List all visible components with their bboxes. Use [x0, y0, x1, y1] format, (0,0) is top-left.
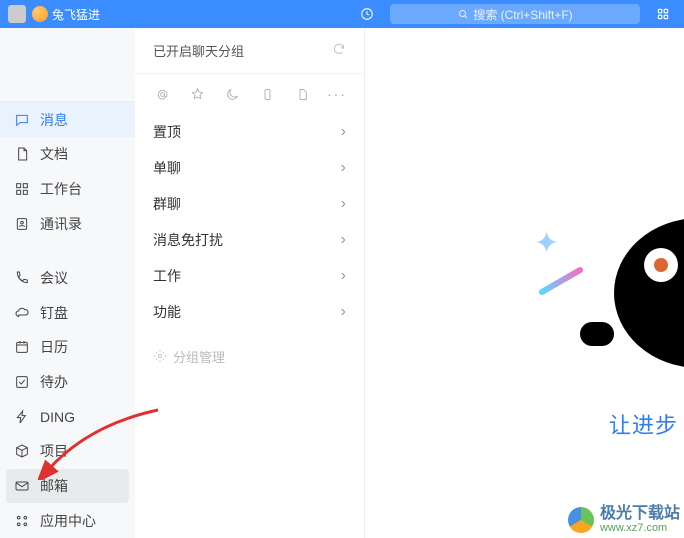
- device-icon[interactable]: [258, 85, 276, 103]
- watermark: 极光下载站 www.xz7.com: [568, 506, 680, 534]
- sidebar-item-docs[interactable]: 文档: [0, 137, 135, 172]
- group-function[interactable]: 功能 ›: [135, 294, 364, 330]
- file-icon[interactable]: [293, 85, 311, 103]
- moon-icon[interactable]: [223, 85, 241, 103]
- sidebar-item-mail[interactable]: 邮箱: [6, 469, 129, 504]
- sidebar-item-label: 待办: [40, 372, 68, 392]
- gear-icon: [153, 349, 167, 363]
- slogan-text: 让进步: [609, 408, 678, 440]
- username: 兔飞猛进: [52, 6, 100, 23]
- sidebar-item-drive[interactable]: 钉盘: [0, 295, 135, 330]
- watermark-name: 极光下载站: [600, 506, 680, 522]
- sidebar-item-label: 文档: [40, 144, 68, 164]
- sidebar: 消息 文档 工作台 通讯录 会议 钉盘 日历 待办: [0, 28, 135, 538]
- group-label: 功能: [153, 302, 181, 322]
- sidebar-item-contacts[interactable]: 通讯录: [0, 206, 135, 241]
- sidebar-item-label: DING: [40, 409, 75, 425]
- contacts-icon: [14, 216, 30, 232]
- cloud-icon: [14, 305, 30, 321]
- chat-group-title: 已开启聊天分组: [153, 41, 244, 60]
- document-icon: [14, 146, 30, 162]
- history-icon[interactable]: [354, 1, 380, 27]
- sidebar-item-label: 日历: [40, 337, 68, 357]
- apps-grid-icon[interactable]: [650, 7, 676, 21]
- sidebar-item-meeting[interactable]: 会议: [0, 261, 135, 296]
- group-label: 消息免打扰: [153, 230, 223, 250]
- sidebar-item-messages[interactable]: 消息: [0, 102, 135, 137]
- mail-icon: [14, 478, 30, 494]
- group-pinned[interactable]: 置顶 ›: [135, 114, 364, 150]
- group-work[interactable]: 工作 ›: [135, 258, 364, 294]
- chat-list-panel: 已开启聊天分组 ··· 置顶 › 单聊 › 群聊 › 消息免打扰 ›: [135, 28, 365, 538]
- group-single[interactable]: 单聊 ›: [135, 150, 364, 186]
- group-manage[interactable]: 分组管理: [135, 336, 364, 376]
- phone-icon: [14, 270, 30, 286]
- profile-area: [0, 28, 135, 102]
- app-logo-icon: [32, 6, 48, 22]
- cube-icon: [14, 443, 30, 459]
- filter-icons: ···: [135, 74, 364, 114]
- message-icon: [14, 112, 30, 128]
- sidebar-item-label: 钉盘: [40, 303, 68, 323]
- apps-icon: [14, 513, 30, 529]
- more-icon[interactable]: ···: [328, 85, 346, 103]
- sidebar-item-label: 会议: [40, 268, 68, 288]
- at-icon[interactable]: [153, 85, 171, 103]
- search-placeholder: 搜索 (Ctrl+Shift+F): [473, 6, 572, 23]
- mascot-illustration: ✦: [544, 198, 684, 378]
- sidebar-item-ding[interactable]: DING: [0, 399, 135, 434]
- sidebar-item-workbench[interactable]: 工作台: [0, 172, 135, 207]
- chevron-right-icon: ›: [341, 231, 346, 249]
- sidebar-item-project[interactable]: 项目: [0, 434, 135, 469]
- sidebar-item-label: 通讯录: [40, 214, 82, 234]
- chevron-right-icon: ›: [341, 159, 346, 177]
- group-label: 单聊: [153, 158, 181, 178]
- sidebar-item-label: 工作台: [40, 179, 82, 199]
- sidebar-item-todo[interactable]: 待办: [0, 365, 135, 400]
- group-label: 置顶: [153, 122, 181, 142]
- bolt-icon: [14, 409, 30, 425]
- sidebar-item-calendar[interactable]: 日历: [0, 330, 135, 365]
- chevron-right-icon: ›: [341, 195, 346, 213]
- group-label: 工作: [153, 266, 181, 286]
- content-area: ✦ 让进步: [365, 28, 684, 538]
- titlebar: 兔飞猛进 搜索 (Ctrl+Shift+F): [0, 0, 684, 28]
- group-label: 群聊: [153, 194, 181, 214]
- group-dnd[interactable]: 消息免打扰 ›: [135, 222, 364, 258]
- sidebar-item-label: 邮箱: [40, 476, 68, 496]
- chevron-right-icon: ›: [341, 267, 346, 285]
- check-icon: [14, 374, 30, 390]
- sidebar-item-label: 消息: [40, 110, 68, 130]
- sidebar-item-appcenter[interactable]: 应用中心: [0, 503, 135, 538]
- watermark-logo-icon: [568, 507, 594, 533]
- group-groupchat[interactable]: 群聊 ›: [135, 186, 364, 222]
- refresh-icon[interactable]: [332, 42, 346, 59]
- search-input[interactable]: 搜索 (Ctrl+Shift+F): [390, 4, 640, 24]
- chevron-right-icon: ›: [341, 123, 346, 141]
- sidebar-item-label: 项目: [40, 441, 68, 461]
- star-icon[interactable]: [188, 85, 206, 103]
- grid-icon: [14, 181, 30, 197]
- chevron-right-icon: ›: [341, 303, 346, 321]
- user-avatar[interactable]: [8, 5, 26, 23]
- watermark-url: www.xz7.com: [600, 522, 680, 534]
- group-manage-label: 分组管理: [173, 347, 225, 366]
- chat-group-header: 已开启聊天分组: [135, 28, 364, 74]
- sidebar-item-label: 应用中心: [40, 511, 96, 531]
- calendar-icon: [14, 339, 30, 355]
